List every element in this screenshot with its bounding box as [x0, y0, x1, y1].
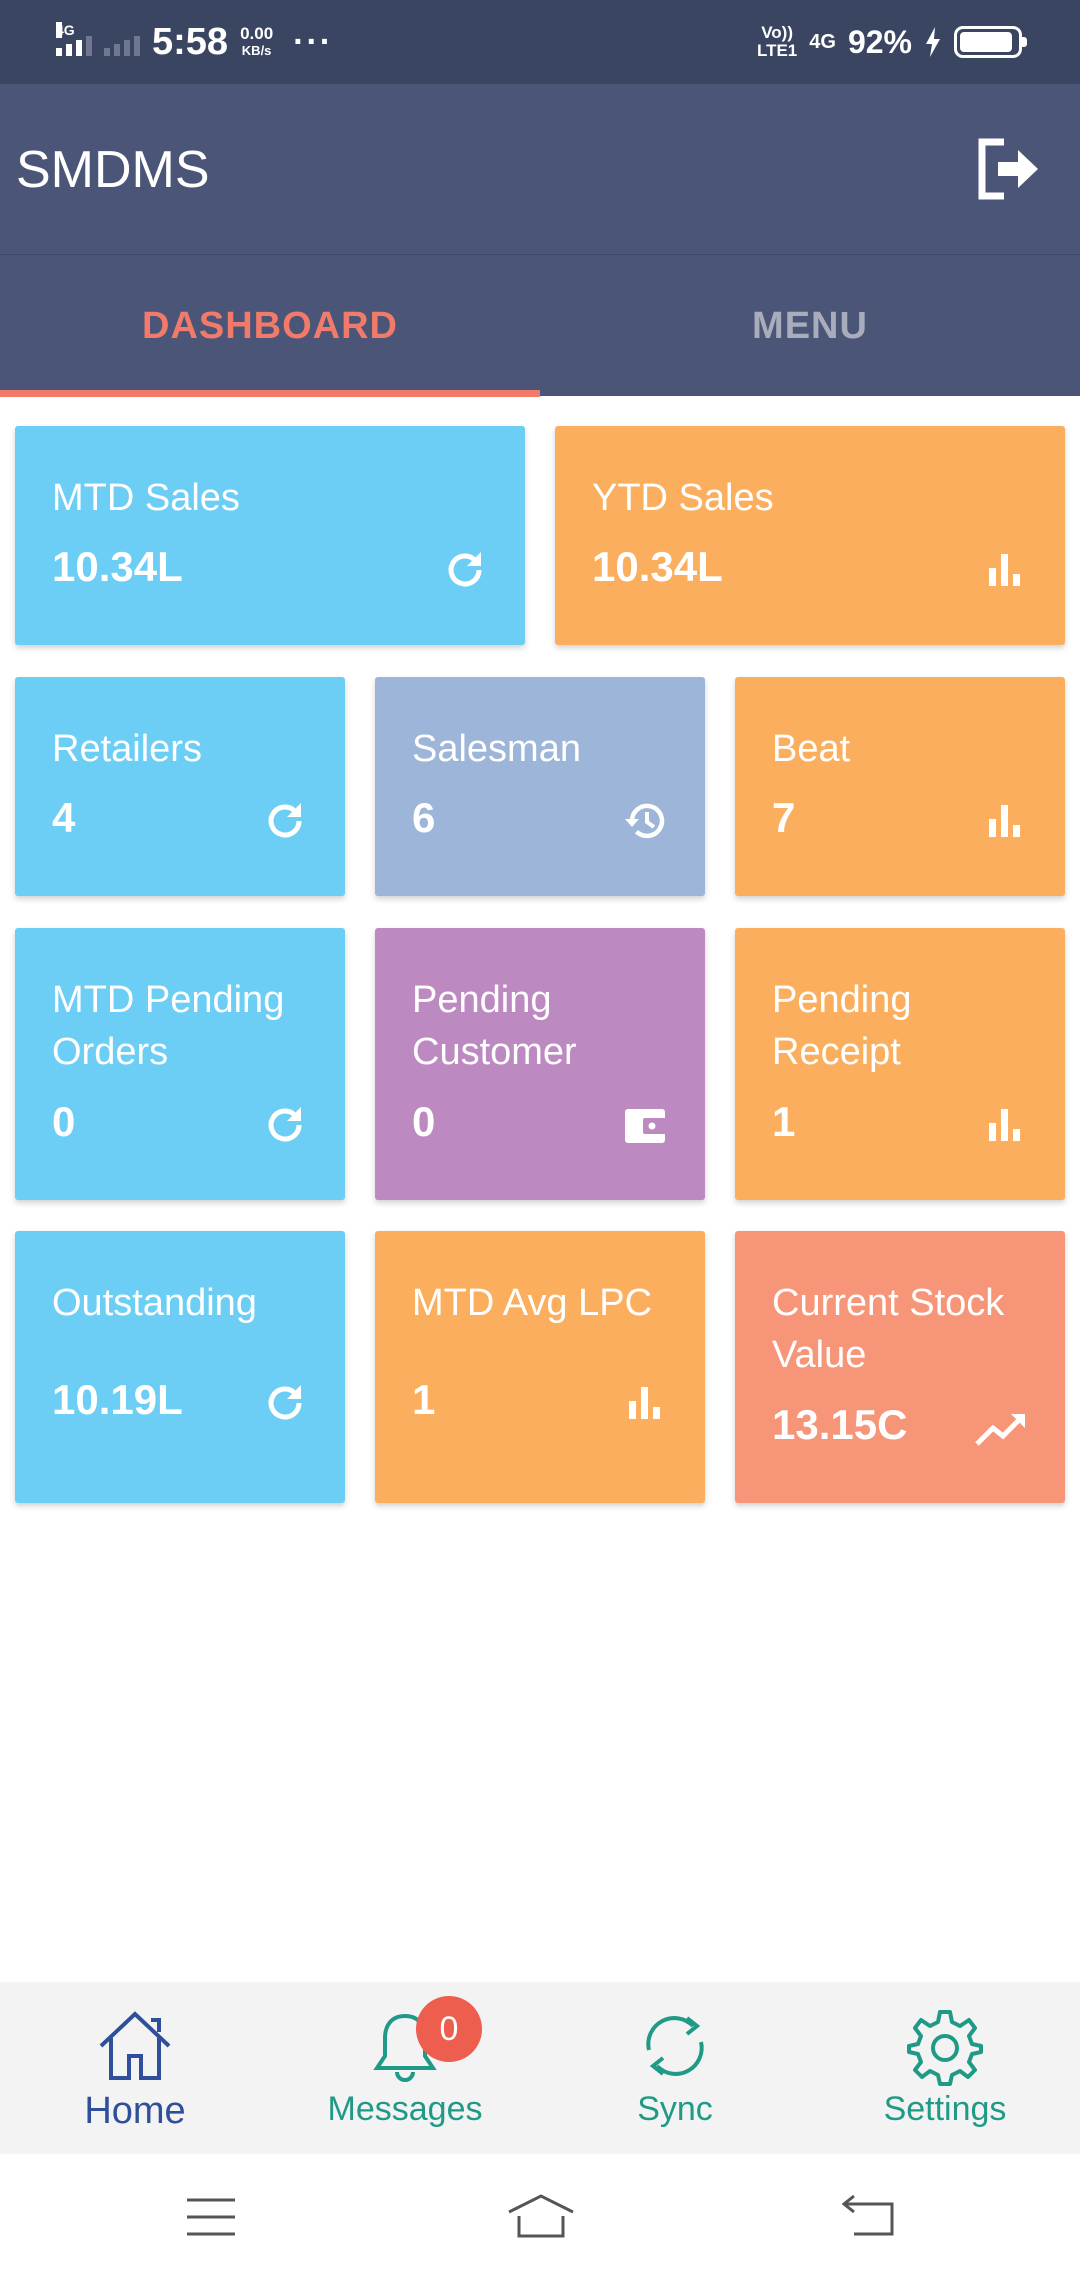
more-notifications: ···	[293, 22, 334, 61]
refresh-icon	[268, 1107, 302, 1142]
tile-value: 4	[52, 794, 76, 841]
tile-label: Outstanding	[52, 1282, 257, 1324]
net-speed: 0.00 KB/s	[240, 25, 273, 59]
tile-label-line1: Current Stock	[772, 1282, 1005, 1324]
tile-label: Pending Customer	[412, 974, 577, 1078]
gear-icon	[907, 2010, 983, 2086]
charging-icon	[926, 27, 940, 57]
tile-retailers[interactable]: Retailers 4	[15, 677, 345, 896]
battery-icon	[954, 26, 1027, 58]
status-right: Vo)) LTE1 4G 92%	[757, 0, 1027, 84]
history-icon	[625, 803, 665, 839]
status-bar: 4G 5:58 0.00 KB/s ··· Vo)) LTE1 4G 92%	[0, 0, 1080, 84]
tile-label-line1: MTD Pending	[52, 979, 285, 1021]
network-type: 4G	[809, 30, 836, 53]
tile-label-line2: Receipt	[772, 1031, 901, 1073]
tile-outstanding[interactable]: Outstanding 10.19L	[15, 1231, 345, 1503]
refresh-icon	[448, 552, 482, 587]
tile-label: Pending Receipt	[772, 974, 911, 1078]
trending-up-icon	[975, 1414, 1025, 1446]
tile-mtd-sales[interactable]: MTD Sales 10.34L	[15, 426, 525, 645]
nav-label: Settings	[883, 2090, 1007, 2128]
tile-value: 10.34L	[592, 543, 723, 590]
tile-label: Current Stock Value	[772, 1277, 1004, 1381]
tile-mtd-avg-lpc[interactable]: MTD Avg LPC 1	[375, 1231, 705, 1503]
bottom-nav: Home 0 Messages Sync Settings	[0, 1982, 1080, 2154]
nav-label: Home	[84, 2090, 186, 2132]
logout-icon[interactable]	[974, 134, 1044, 204]
tab-dashboard[interactable]: DASHBOARD	[0, 255, 540, 397]
bar-chart-icon	[989, 805, 1020, 837]
tile-mtd-pending-orders[interactable]: MTD Pending Orders 0	[15, 928, 345, 1200]
nav-label: Sync	[637, 2090, 713, 2128]
nav-label: Messages	[327, 2090, 483, 2128]
tile-salesman[interactable]: Salesman 6	[375, 677, 705, 896]
nav-sync[interactable]: Sync	[540, 1982, 810, 2154]
app-title: SMDMS	[16, 141, 210, 199]
tile-value: 6	[412, 794, 436, 841]
tab-bar: DASHBOARD MENU	[0, 254, 1080, 397]
net-speed-value: 0.00	[240, 24, 274, 43]
tile-value: 1	[412, 1376, 436, 1423]
nav-messages[interactable]: 0 Messages	[270, 1982, 540, 2154]
home-icon	[99, 2011, 171, 2080]
bar-chart-icon	[989, 554, 1020, 586]
tile-value: 7	[772, 794, 796, 841]
tile-beat[interactable]: Beat 7	[735, 677, 1065, 896]
battery-percent: 92%	[847, 23, 912, 60]
tile-label: Retailers	[52, 728, 202, 770]
tile-label: MTD Avg LPC	[412, 1282, 653, 1324]
tile-label-line2: Value	[772, 1334, 867, 1376]
tile-label: MTD Pending Orders	[52, 974, 284, 1078]
tile-label-line2: Customer	[412, 1031, 577, 1073]
signal-2-icon	[104, 28, 140, 56]
tab-menu[interactable]: MENU	[540, 255, 1080, 397]
tile-pending-receipt[interactable]: Pending Receipt 1	[735, 928, 1065, 1200]
system-nav-bar	[0, 2154, 1080, 2280]
nav-home[interactable]: Home	[0, 1982, 270, 2154]
tile-label: Salesman	[412, 728, 581, 770]
lte-label: LTE1	[756, 41, 798, 60]
tile-label-line1: Pending	[772, 979, 912, 1021]
tile-value: 10.19L	[52, 1376, 183, 1423]
status-left: 4G 5:58 0.00 KB/s ···	[56, 0, 333, 84]
wallet-icon	[625, 1109, 667, 1143]
back-icon[interactable]	[840, 2190, 900, 2244]
tile-value: 13.15C	[772, 1401, 908, 1448]
tile-current-stock-value[interactable]: Current Stock Value 13.15C	[735, 1231, 1065, 1503]
tile-label: YTD Sales	[592, 477, 774, 519]
volte-label: Vo))	[761, 23, 793, 42]
tile-label-line1: Pending	[412, 979, 552, 1021]
app-bar: SMDMS	[0, 84, 1080, 254]
tile-value: 1	[772, 1098, 796, 1145]
signal-icon: 4G	[56, 22, 92, 56]
bar-chart-icon	[989, 1109, 1020, 1141]
volte-indicator: Vo)) LTE1	[757, 24, 797, 60]
tile-label: MTD Sales	[52, 477, 240, 519]
refresh-icon	[268, 803, 302, 838]
tile-value: 0	[412, 1098, 436, 1145]
nav-settings[interactable]: Settings	[810, 1982, 1080, 2154]
tile-label-line2: Orders	[52, 1031, 169, 1073]
tile-value: 10.34L	[52, 543, 183, 590]
messages-badge: 0	[416, 1996, 482, 2062]
bar-chart-icon	[629, 1387, 660, 1419]
tile-ytd-sales[interactable]: YTD Sales 10.34L	[555, 426, 1065, 645]
menu-icon[interactable]	[181, 2190, 241, 2244]
network-tag: 4G	[56, 22, 75, 38]
refresh-icon	[268, 1385, 302, 1420]
net-speed-unit: KB/s	[241, 43, 272, 58]
home-outline-icon[interactable]	[505, 2190, 577, 2244]
tile-value: 0	[52, 1098, 76, 1145]
sync-icon	[646, 2016, 704, 2076]
tile-label: Beat	[772, 728, 851, 770]
clock: 5:58	[152, 20, 229, 63]
tile-pending-customer[interactable]: Pending Customer 0	[375, 928, 705, 1200]
